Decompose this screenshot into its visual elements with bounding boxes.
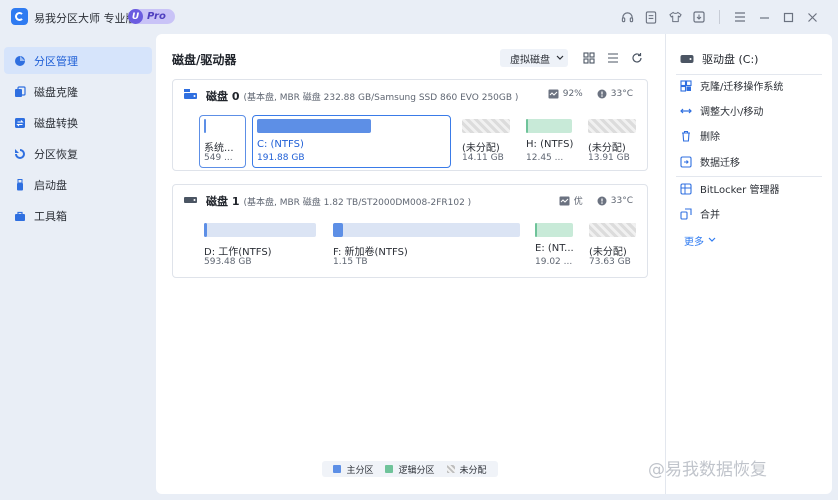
temperature-icon <box>597 196 607 205</box>
minimize-icon[interactable] <box>752 9 776 25</box>
disk-temperature: 33°C <box>597 89 633 99</box>
feedback-icon[interactable] <box>639 9 663 25</box>
resize-icon <box>680 105 692 117</box>
menu-icon[interactable] <box>728 9 752 25</box>
action-merge[interactable]: 合并 <box>680 206 720 221</box>
data-migrate-icon <box>680 155 692 168</box>
clone-os-icon <box>680 79 692 92</box>
partition-unallocated[interactable]: (未分配) 14.11 GB <box>462 119 510 165</box>
watermark: @易我数据恢复 <box>648 460 767 480</box>
partition-c[interactable]: C: (NTFS) 191.88 GB <box>257 119 446 165</box>
disk-info: (基本盘, MBR 磁盘 232.88 GB/Samsung SSD 860 E… <box>243 92 519 103</box>
health-icon <box>548 89 559 99</box>
drive-icon <box>680 54 694 64</box>
disk-card-0[interactable]: 磁盘 0 (基本盘, MBR 磁盘 232.88 GB/Samsung SSD … <box>172 79 648 171</box>
pro-badge[interactable]: U Pro <box>128 9 175 24</box>
pro-badge-letter: U <box>128 9 143 24</box>
action-clone-os[interactable]: 克隆/迁移操作系统 <box>680 78 783 93</box>
sidebar-item-partition-recovery[interactable]: 分区恢复 <box>4 140 152 167</box>
close-icon[interactable] <box>800 9 824 25</box>
health-icon <box>559 196 570 205</box>
action-resize-move[interactable]: 调整大小/移动 <box>680 103 763 118</box>
action-data-migration[interactable]: 数据迁移 <box>680 154 740 169</box>
disk-temperature: 33°C <box>597 196 633 206</box>
recover-icon <box>14 148 26 160</box>
app-title: 易我分区大师 专业版 <box>34 12 137 25</box>
sidebar-item-label: 启动盘 <box>34 178 67 192</box>
partition-unallocated[interactable]: (未分配) 13.91 GB <box>588 119 636 165</box>
app-logo <box>11 8 28 25</box>
toolbox-icon <box>14 210 26 222</box>
shirt-icon[interactable] <box>663 9 687 25</box>
disk-icon <box>183 193 198 209</box>
sidebar-item-label: 工具箱 <box>34 209 67 223</box>
clone-icon <box>14 85 26 98</box>
convert-icon <box>14 117 26 129</box>
headset-icon[interactable] <box>615 9 639 25</box>
chevron-down-icon <box>708 235 716 246</box>
virtual-disk-dropdown[interactable]: 虚拟磁盘 <box>500 49 568 67</box>
chevron-down-icon <box>556 54 564 63</box>
merge-icon <box>680 207 692 220</box>
sidebar-item-disk-clone[interactable]: 磁盘克隆 <box>4 78 152 105</box>
disk-name: 磁盘 0 <box>206 90 240 103</box>
disk-health: 92% <box>548 89 583 99</box>
pro-badge-label: Pro <box>147 11 166 22</box>
legend-logical: 逻辑分区 <box>385 463 435 476</box>
grid-view-icon[interactable] <box>580 50 598 66</box>
title-bar: 易我分区大师 专业版 U Pro <box>0 0 838 34</box>
partition-f[interactable]: F: 新加卷(NTFS) 1.15 TB <box>333 223 520 269</box>
disk-info: (基本盘, MBR 磁盘 1.82 TB/ST2000DM008-2FR102 … <box>243 197 472 208</box>
sidebar: 分区管理 磁盘克隆 磁盘转换 分区恢复 启动盘 工具箱 <box>4 47 152 233</box>
maximize-icon[interactable] <box>776 9 800 25</box>
partition-h[interactable]: H: (NTFS) 12.45 ... <box>526 119 573 165</box>
partition-d[interactable]: D: 工作(NTFS) 593.48 GB <box>204 223 316 269</box>
disk-card-1[interactable]: 磁盘 1 (基本盘, MBR 磁盘 1.82 TB/ST2000DM008-2F… <box>172 184 648 278</box>
disk-name: 磁盘 1 <box>206 195 240 208</box>
trash-icon <box>680 130 692 142</box>
sidebar-item-partition-manager[interactable]: 分区管理 <box>4 47 152 74</box>
titlebar-separator <box>719 10 720 24</box>
bitlocker-icon <box>680 182 692 195</box>
sidebar-item-disk-convert[interactable]: 磁盘转换 <box>4 109 152 136</box>
sidebar-item-label: 分区管理 <box>34 54 78 68</box>
pie-chart-icon <box>14 55 26 67</box>
disk-health: 优 <box>559 194 583 207</box>
virtual-disk-label: 虚拟磁盘 <box>510 54 550 66</box>
partition-system[interactable]: 系统... 549 ... <box>204 119 242 165</box>
selected-drive-header: 驱动盘 (C:) <box>680 51 758 67</box>
partition-unallocated[interactable]: (未分配) 73.63 GB <box>589 223 636 269</box>
partition-e[interactable]: E: (NT... 19.02 ... <box>535 223 574 269</box>
usb-icon <box>14 178 26 191</box>
sidebar-item-label: 分区恢复 <box>34 147 78 161</box>
main-panel: 磁盘/驱动器 虚拟磁盘 磁盘 0 (基本盘, MBR 磁盘 232.88 GB/… <box>156 34 832 494</box>
sidebar-item-label: 磁盘转换 <box>34 116 78 130</box>
sidebar-item-label: 磁盘克隆 <box>34 85 78 99</box>
panel-divider <box>676 176 822 177</box>
page-title: 磁盘/驱动器 <box>172 53 237 67</box>
sidebar-item-toolbox[interactable]: 工具箱 <box>4 202 152 229</box>
download-icon[interactable] <box>687 9 711 25</box>
partition-legend: 主分区 逻辑分区 未分配 <box>322 461 498 477</box>
refresh-icon[interactable] <box>628 50 646 66</box>
legend-unallocated: 未分配 <box>446 463 487 476</box>
list-view-icon[interactable] <box>604 50 622 66</box>
sidebar-item-boot-disk[interactable]: 启动盘 <box>4 171 152 198</box>
action-bitlocker[interactable]: BitLocker 管理器 <box>680 181 779 196</box>
legend-primary: 主分区 <box>333 463 373 476</box>
action-panel: 驱动盘 (C:) 克隆/迁移操作系统 调整大小/移动 删除 数据迁移 BitLo… <box>665 34 832 494</box>
more-actions-link[interactable]: 更多 <box>684 233 716 248</box>
panel-divider <box>676 74 822 75</box>
action-delete[interactable]: 删除 <box>680 128 720 143</box>
temperature-icon <box>597 89 607 99</box>
disk-icon <box>183 88 198 104</box>
